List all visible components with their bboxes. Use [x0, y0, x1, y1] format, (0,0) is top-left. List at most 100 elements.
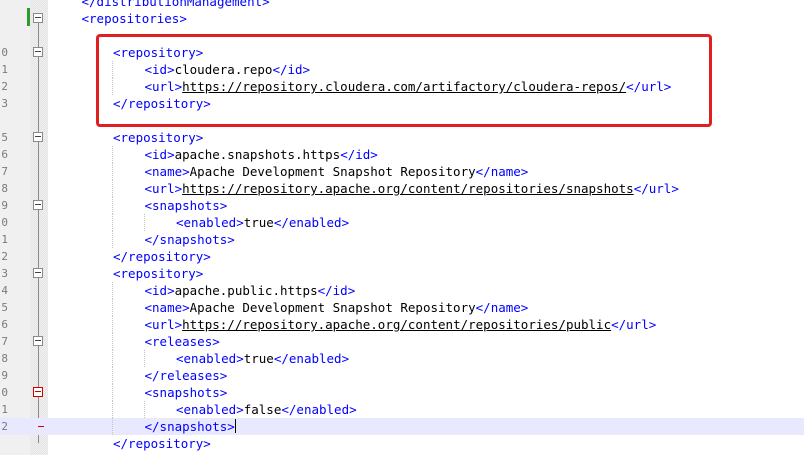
- indent-guide: [112, 146, 113, 163]
- indent-guide: [112, 197, 113, 214]
- xml-tag: <releases>: [144, 334, 220, 349]
- code-line[interactable]: <repositories>: [0, 10, 804, 27]
- xml-tag: </name>: [475, 164, 529, 179]
- xml-tag: </id>: [317, 283, 356, 298]
- line-number: 2: [1, 80, 8, 93]
- code-text: </repository>: [113, 435, 211, 452]
- fold-toggle-icon[interactable]: [33, 200, 43, 210]
- code-text: <url>https://repository.apache.org/conte…: [145, 180, 679, 197]
- indent-guide: [112, 214, 113, 231]
- xml-tag: </url>: [611, 317, 657, 332]
- code-line[interactable]: 1 </snapshots>: [0, 231, 804, 248]
- xml-tag: <id>: [144, 283, 175, 298]
- code-line[interactable]: 9 <snapshots>: [0, 197, 804, 214]
- code-line[interactable]: 8 <enabled>true</enabled>: [0, 350, 804, 367]
- xml-tag: <repository>: [113, 266, 204, 281]
- indent-guide: [143, 401, 145, 418]
- text-value: true: [243, 215, 274, 230]
- code-line[interactable]: 5 <repository>: [0, 129, 804, 146]
- xml-tag: <name>: [144, 300, 190, 315]
- line-number: 3: [1, 267, 8, 280]
- xml-tag: <url>: [144, 317, 183, 332]
- xml-tag: <enabled>: [176, 351, 244, 366]
- xml-tag: <repositories>: [81, 11, 187, 26]
- code-text: </distributionManagement>: [82, 0, 270, 10]
- xml-tag: </snapshots>: [144, 419, 235, 434]
- code-text: <id>apache.public.https</id>: [145, 282, 356, 299]
- xml-tag: </enabled>: [273, 351, 350, 366]
- code-line[interactable]: 7 <name>Apache Development Snapshot Repos…: [0, 163, 804, 180]
- code-text: <enabled>true</enabled>: [176, 350, 349, 367]
- line-number: 7: [1, 335, 8, 348]
- code-line[interactable]: 6 <id>apache.snapshots.https</id>: [0, 146, 804, 163]
- indent-guide: [112, 367, 113, 384]
- indent-guide: [112, 384, 113, 401]
- code-line[interactable]: 2 </snapshots>: [0, 418, 804, 435]
- code-line[interactable]: 1 <enabled>false</enabled>: [0, 401, 804, 418]
- indent-guide: [112, 401, 113, 418]
- xml-tag: <url>: [144, 181, 183, 196]
- text-value: apache.public.https: [174, 283, 318, 298]
- url-text[interactable]: https://repository.apache.org/content/re…: [182, 181, 634, 196]
- xml-tag: </id>: [340, 147, 378, 162]
- code-line[interactable]: 6 <url>https://repository.apache.org/cont…: [0, 316, 804, 333]
- indent-guide: [112, 231, 113, 248]
- fold-toggle-icon[interactable]: [33, 268, 43, 278]
- xml-tag: <id>: [144, 147, 175, 162]
- code-line[interactable]: 0 <snapshots>: [0, 384, 804, 401]
- indent-guide: [112, 316, 113, 333]
- code-line[interactable]: </repository>: [0, 435, 804, 452]
- indent-guide: [112, 350, 113, 367]
- code-line[interactable]: 2 </repository>: [0, 248, 804, 265]
- code-line[interactable]: 8 <url>https://repository.apache.org/cont…: [0, 180, 804, 197]
- text-value: Apache Development Snapshot Repository: [189, 164, 476, 179]
- code-line[interactable]: 9 </releases>: [0, 367, 804, 384]
- xml-tag: </snapshots>: [144, 232, 235, 247]
- text-value: false: [243, 402, 282, 417]
- code-editor[interactable]: </distributionManagement> <repositories> 0…: [0, 0, 804, 455]
- fold-toggle-icon[interactable]: [33, 387, 43, 397]
- xml-tag: <name>: [144, 164, 190, 179]
- fold-toggle-icon[interactable]: [33, 13, 43, 23]
- line-number: 1: [1, 403, 8, 416]
- line-number: 0: [1, 46, 8, 59]
- fold-toggle-icon[interactable]: [33, 132, 43, 142]
- code-text: <name>Apache Development Snapshot Reposi…: [145, 163, 529, 180]
- xml-tag: </enabled>: [273, 215, 350, 230]
- line-number: 0: [1, 216, 8, 229]
- xml-tag: </name>: [475, 300, 529, 315]
- code-text: </snapshots>: [145, 231, 235, 248]
- fold-toggle-icon[interactable]: [33, 336, 43, 346]
- code-line[interactable]: 4 <id>apache.public.https</id>: [0, 282, 804, 299]
- xml-tag: </releases>: [144, 368, 228, 383]
- code-line[interactable]: 7 <releases>: [0, 333, 804, 350]
- code-text: </repository>: [113, 248, 211, 265]
- line-number: 1: [1, 63, 8, 76]
- xml-tag: <snapshots>: [144, 385, 228, 400]
- code-line[interactable]: 5 <name>Apache Development Snapshot Repos…: [0, 299, 804, 316]
- code-text: <repository>: [113, 129, 203, 146]
- line-number: 3: [1, 97, 8, 110]
- xml-tag: </repository>: [113, 436, 211, 451]
- line-number: 4: [1, 284, 8, 297]
- fold-toggle-icon[interactable]: [33, 47, 43, 57]
- fold-end-marker: [38, 426, 44, 427]
- code-line[interactable]: 3 <repository>: [0, 265, 804, 282]
- line-number: 5: [1, 131, 8, 144]
- code-text: <snapshots>: [145, 197, 228, 214]
- xml-tag: <enabled>: [176, 215, 244, 230]
- code-line[interactable]: 0 <enabled>true</enabled>: [0, 214, 804, 231]
- line-number: 2: [1, 250, 8, 263]
- url-text[interactable]: https://repository.apache.org/content/re…: [182, 317, 611, 332]
- code-line[interactable]: </distributionManagement>: [0, 0, 804, 10]
- text-cursor: [234, 419, 236, 433]
- line-number: 1: [1, 233, 8, 246]
- line-number: 8: [1, 352, 8, 365]
- code-text: <repository>: [113, 265, 203, 282]
- xml-tag: <repository>: [113, 130, 204, 145]
- text-value: Apache Development Snapshot Repository: [189, 300, 476, 315]
- indent-guide: [143, 214, 145, 231]
- line-number: 5: [1, 301, 8, 314]
- line-number: 0: [1, 386, 8, 399]
- code-text: <url>https://repository.apache.org/conte…: [145, 316, 657, 333]
